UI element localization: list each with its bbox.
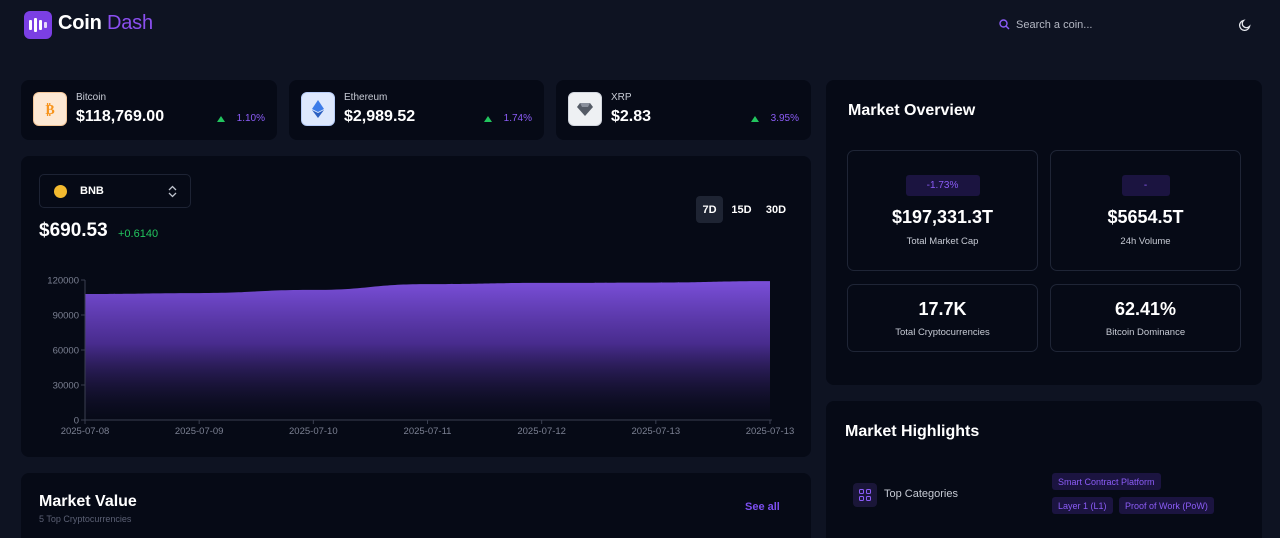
up-arrow-icon <box>750 115 759 122</box>
stat-24h-volume: - $5654.5T 24h Volume <box>1050 150 1241 271</box>
market-value-subtitle: 5 Top Cryptocurrencies <box>39 514 132 524</box>
up-arrow-icon <box>216 115 225 122</box>
market-value-title: Market Value <box>39 493 137 510</box>
market-value-card: Market Value 5 Top Cryptocurrencies See … <box>21 473 811 538</box>
y-tick-label: 0 <box>74 416 79 427</box>
x-tick-label: 2025-07-08 <box>61 426 110 437</box>
up-arrow-icon <box>483 115 492 122</box>
ticker-card-bitcoin[interactable]: ₿ Bitcoin $118,769.00 1.10% <box>21 80 277 140</box>
stat-label: Bitcoin Dominance <box>1105 327 1186 338</box>
top-categories-label: Top Categories <box>884 488 958 500</box>
stat-change-badge: -1.73% <box>905 175 980 196</box>
category-tag[interactable]: Layer 1 (L1) <box>1052 497 1113 514</box>
grid-icon <box>853 483 877 507</box>
market-overview-title: Market Overview <box>848 102 976 119</box>
coin-price: $2,989.52 <box>344 108 416 125</box>
see-all-link[interactable]: See all <box>745 501 780 513</box>
y-tick-label: 30000 <box>53 381 79 392</box>
x-tick-label: 2025-07-13 <box>746 426 795 437</box>
category-tag[interactable]: Smart Contract Platform <box>1052 473 1161 490</box>
brand-name[interactable]: Coin Dash <box>58 12 153 35</box>
coin-change-value: 3.95% <box>770 113 799 124</box>
stat-value: $197,331.3T <box>891 207 994 227</box>
coin-change: 1.74% <box>483 113 532 124</box>
stat-bitcoin-dominance: 62.41% Bitcoin Dominance <box>1050 284 1241 352</box>
coin-change: 3.95% <box>750 113 799 124</box>
stat-label: Total Cryptocurrencies <box>895 327 990 338</box>
ticker-card-xrp[interactable]: XRP $2.83 3.95% <box>556 80 811 140</box>
stat-value: 62.41% <box>1114 299 1177 319</box>
price-chart-card: BNB $690.53 +0.6140 7D 15D 30D 0 30000 600… <box>21 156 811 457</box>
ethereum-icon <box>301 92 335 126</box>
logo-icon[interactable] <box>24 11 52 39</box>
brand-part2: Dash <box>107 12 153 34</box>
coin-change-value: 1.10% <box>236 113 265 124</box>
y-tick-label: 60000 <box>53 346 79 357</box>
price-area-chart: 0 30000 60000 90000 120000 2025-07-08 2025-07-… <box>47 276 795 438</box>
stat-total-cryptocurrencies: 17.7K Total Cryptocurrencies <box>847 284 1038 352</box>
header: Coin Dash <box>0 0 1280 50</box>
x-tick-label: 2025-07-09 <box>175 426 224 437</box>
stat-value: 17.7K <box>918 299 967 319</box>
coin-price: $118,769.00 <box>76 108 165 125</box>
xrp-icon <box>568 92 602 126</box>
x-tick-label: 2025-07-11 <box>404 426 452 437</box>
ticker-card-ethereum[interactable]: Ethereum $2,989.52 1.74% <box>289 80 544 140</box>
coin-change-value: 1.74% <box>503 113 532 124</box>
stat-total-market-cap: -1.73% $197,331.3T Total Market Cap <box>847 150 1038 271</box>
stat-label: 24h Volume <box>1120 236 1171 247</box>
market-overview-card: Market Overview -1.73% $197,331.3T Total… <box>826 80 1262 385</box>
stat-value: $5654.5T <box>1107 207 1184 227</box>
x-tick-label: 2025-07-12 <box>517 426 566 437</box>
search-bar <box>999 17 1199 35</box>
search-input[interactable] <box>1016 17 1196 33</box>
y-tick-label: 90000 <box>53 311 79 322</box>
stat-label: Total Market Cap <box>906 236 979 247</box>
market-highlights-title: Market Highlights <box>845 423 980 440</box>
y-tick-label: 120000 <box>47 276 79 287</box>
price-area <box>85 281 770 420</box>
svg-text:₿: ₿ <box>45 102 54 118</box>
coin-name: Bitcoin <box>76 92 107 103</box>
moon-icon[interactable] <box>1238 18 1252 32</box>
brand-part1: Coin <box>58 12 102 34</box>
bitcoin-icon: ₿ <box>33 92 67 126</box>
stat-change-badge: - <box>1121 175 1170 196</box>
x-tick-label: 2025-07-13 <box>632 426 681 437</box>
coin-price: $2.83 <box>611 108 652 125</box>
coin-change: 1.10% <box>216 113 265 124</box>
search-icon <box>999 19 1010 30</box>
coin-name: XRP <box>611 92 632 103</box>
coin-name: Ethereum <box>344 92 388 103</box>
x-tick-label: 2025-07-10 <box>289 426 338 437</box>
market-highlights-card: Market Highlights Top Categories Smart C… <box>826 401 1262 538</box>
category-tag[interactable]: Proof of Work (PoW) <box>1119 497 1214 514</box>
